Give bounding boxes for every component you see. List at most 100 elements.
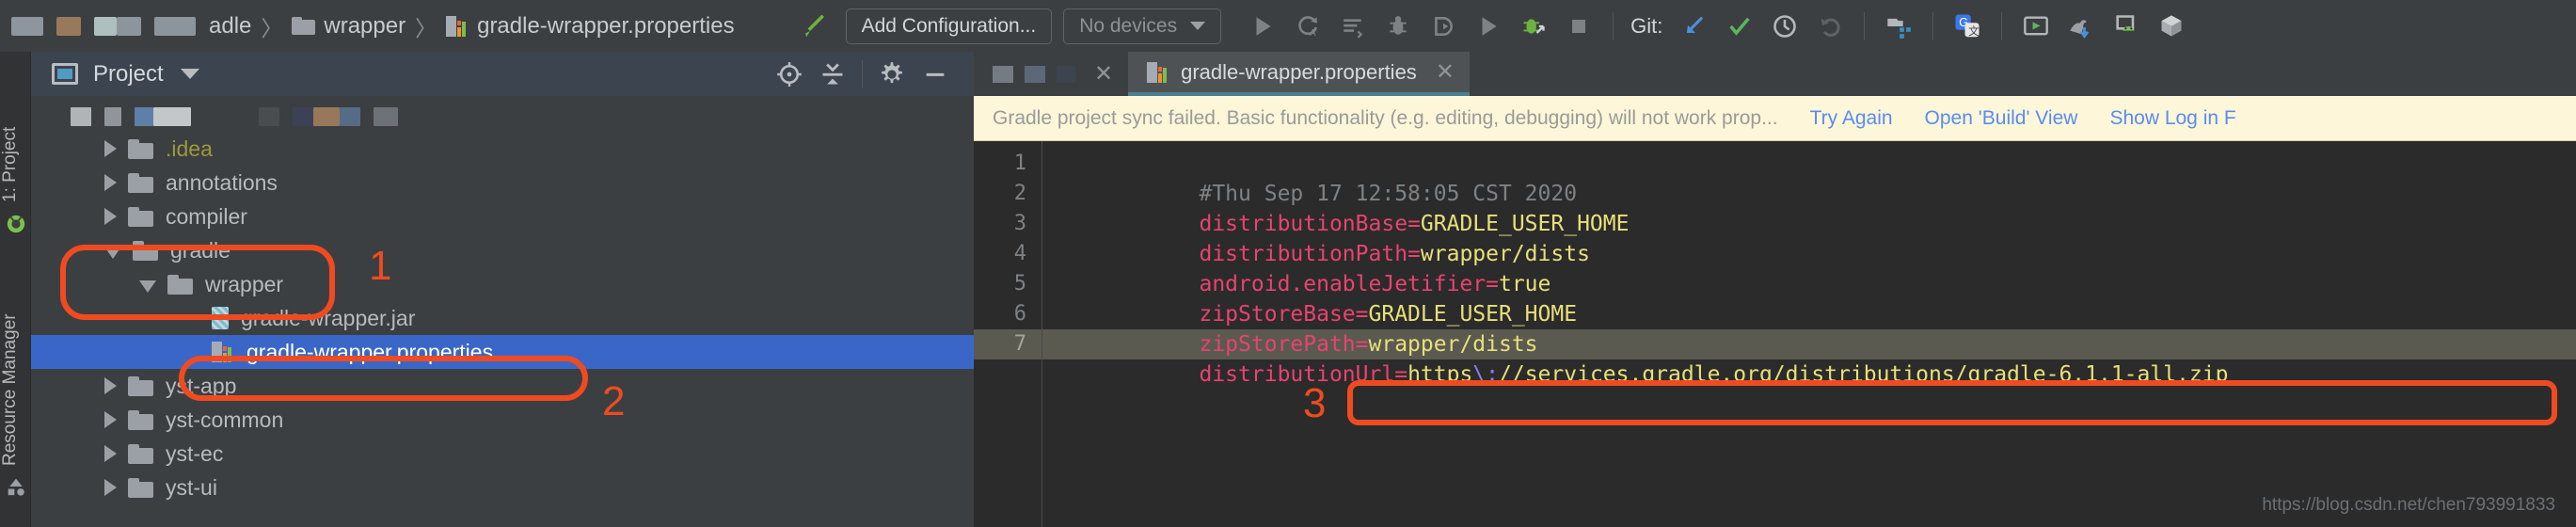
tree-item-annotations[interactable]: annotations: [31, 166, 974, 200]
redacted-chip: [1057, 65, 1075, 83]
chevron-right-icon[interactable]: [104, 411, 117, 428]
redacted-chip: [1025, 65, 1045, 83]
redacted-chip: [56, 16, 81, 36]
toolbar-divider: [1932, 11, 1934, 40]
breadcrumb-item-wrapper[interactable]: wrapper: [292, 13, 405, 40]
breadcrumb-item-gradle[interactable]: adle: [209, 13, 251, 40]
debug-icon[interactable]: [1375, 8, 1421, 45]
sdk-manager-icon[interactable]: [2059, 8, 2104, 45]
tree-item-label: yst-ec: [166, 440, 224, 466]
project-view-icon: [52, 63, 78, 85]
device-selector-label: No devices: [1079, 14, 1178, 37]
svg-text:A: A: [1310, 27, 1316, 38]
folder-icon: [128, 477, 153, 498]
tree-item-wrapper[interactable]: wrapper: [31, 267, 974, 301]
code-content[interactable]: #Thu Sep 17 12:58:05 CST 2020 distributi…: [1042, 141, 2576, 527]
chevron-down-icon[interactable]: [139, 279, 156, 293]
project-tool-icon[interactable]: [6, 214, 26, 239]
folder-icon: [128, 172, 153, 193]
collapse-all-icon[interactable]: [811, 56, 854, 93]
sidebar-item-project[interactable]: 1: Project: [0, 61, 31, 202]
code-key: zipStorePath: [1199, 332, 1356, 357]
sidebar-item-label: Resource Manager: [0, 313, 20, 466]
line-number: 4: [1013, 242, 1026, 265]
history-icon[interactable]: [1762, 8, 1807, 45]
run-with-coverage-icon[interactable]: [1330, 8, 1375, 45]
show-log-link[interactable]: Show Log in F: [2109, 107, 2235, 130]
locate-file-icon[interactable]: [768, 56, 811, 93]
tree-item-yst-ec[interactable]: yst-ec: [31, 437, 974, 471]
tree-item-gradle-wrapper-properties[interactable]: gradle-wrapper.properties: [31, 335, 974, 369]
tree-item-yst-app[interactable]: yst-app: [31, 369, 974, 403]
breadcrumb-item-file[interactable]: gradle-wrapper.properties: [446, 13, 735, 40]
tree-item-gradle[interactable]: gradle: [31, 233, 974, 267]
redacted-chip: [71, 107, 91, 126]
tree-item-label: gradle-wrapper.jar: [241, 305, 416, 330]
code-line-1[interactable]: #Thu Sep 17 12:58:05 CST 2020: [1042, 149, 2576, 206]
stop-icon[interactable]: [1556, 8, 1601, 45]
resource-manager-icon[interactable]: [7, 477, 25, 501]
android-studio-window: adle 〉 wrapper 〉 gradle-wrapper.properti…: [0, 0, 2576, 527]
try-again-link[interactable]: Try Again: [1810, 107, 1893, 130]
redacted-chip: [153, 107, 191, 126]
hide-panel-icon[interactable]: [914, 56, 957, 93]
add-configuration-button[interactable]: Add Configuration...: [845, 8, 1053, 44]
add-configuration-label: Add Configuration...: [861, 14, 1037, 37]
chevron-right-icon[interactable]: [104, 140, 117, 157]
chevron-right-icon[interactable]: [104, 445, 117, 462]
chevron-down-icon[interactable]: [180, 69, 199, 79]
git-label: Git:: [1630, 13, 1663, 38]
chevron-right-icon[interactable]: [104, 174, 117, 191]
undo-icon[interactable]: [1807, 8, 1852, 45]
chevron-right-icon[interactable]: [104, 479, 117, 496]
toolbar-divider: [1864, 11, 1866, 40]
project-structure-icon[interactable]: [1876, 8, 1921, 45]
project-panel: Project .idea annotations compiler gradl…: [31, 52, 974, 527]
project-panel-header: Project: [31, 52, 974, 96]
run-anything-icon[interactable]: [1466, 8, 1511, 45]
run-icon[interactable]: [1240, 8, 1285, 45]
apply-changes-icon[interactable]: A: [1285, 8, 1330, 45]
tree-item-label: yst-app: [166, 373, 237, 398]
settings-gear-icon[interactable]: [870, 56, 914, 93]
tree-item-yst-ui[interactable]: yst-ui: [31, 471, 974, 504]
chevron-right-icon[interactable]: [104, 377, 117, 394]
build-hammer-icon[interactable]: [801, 12, 829, 40]
redacted-chip: [94, 16, 117, 36]
chevron-down-icon[interactable]: [104, 246, 121, 259]
device-file-explorer-icon[interactable]: [2104, 8, 2149, 45]
tree-item-yst-common[interactable]: yst-common: [31, 403, 974, 437]
redacted-chip: [104, 107, 121, 126]
update-project-icon[interactable]: [1672, 8, 1717, 45]
sidebar-item-resource-manager[interactable]: Resource Manager: [0, 278, 31, 466]
attach-debugger-icon[interactable]: [1511, 8, 1556, 45]
tree-item-gradle-wrapper-jar[interactable]: gradle-wrapper.jar: [31, 301, 974, 335]
chevron-right-icon[interactable]: [104, 208, 117, 225]
code-key: distributionUrl: [1199, 362, 1395, 387]
breadcrumb-label: adle: [209, 12, 252, 39]
device-selector[interactable]: No devices: [1063, 8, 1222, 44]
tree-item-compiler[interactable]: compiler: [31, 200, 974, 233]
redacted-chip: [117, 16, 141, 36]
sidebar-item-label: 1: Project: [0, 126, 20, 202]
avd-manager-icon[interactable]: [2013, 8, 2059, 45]
panel-divider: [862, 59, 863, 88]
tree-item-idea[interactable]: .idea: [31, 132, 974, 166]
translate-icon[interactable]: G文: [1945, 8, 1990, 45]
editor-tab-redacted[interactable]: ✕: [974, 52, 1129, 96]
gradle-file-icon: [1147, 61, 1169, 83]
code-editor[interactable]: 1 2 3 4 5 6 7 #Thu Sep 17 12:58:05 CST 2…: [974, 141, 2576, 527]
close-icon[interactable]: ✕: [1436, 58, 1455, 86]
redacted-chip: [340, 107, 360, 126]
sync-failed-banner: Gradle project sync failed. Basic functi…: [974, 96, 2576, 141]
editor-tab-gradle-wrapper-properties[interactable]: gradle-wrapper.properties ✕: [1128, 52, 1470, 96]
commit-icon[interactable]: [1717, 8, 1762, 45]
profile-icon[interactable]: [1421, 8, 1466, 45]
editor-tabstrip: ✕ gradle-wrapper.properties ✕: [974, 52, 2576, 96]
open-build-view-link[interactable]: Open 'Build' View: [1925, 107, 2078, 130]
layout-inspector-icon[interactable]: [2149, 8, 2194, 45]
close-icon[interactable]: ✕: [1094, 60, 1113, 88]
jar-file-icon: [212, 307, 229, 329]
line-number: 6: [1013, 302, 1026, 326]
line-number: 2: [1013, 182, 1026, 205]
